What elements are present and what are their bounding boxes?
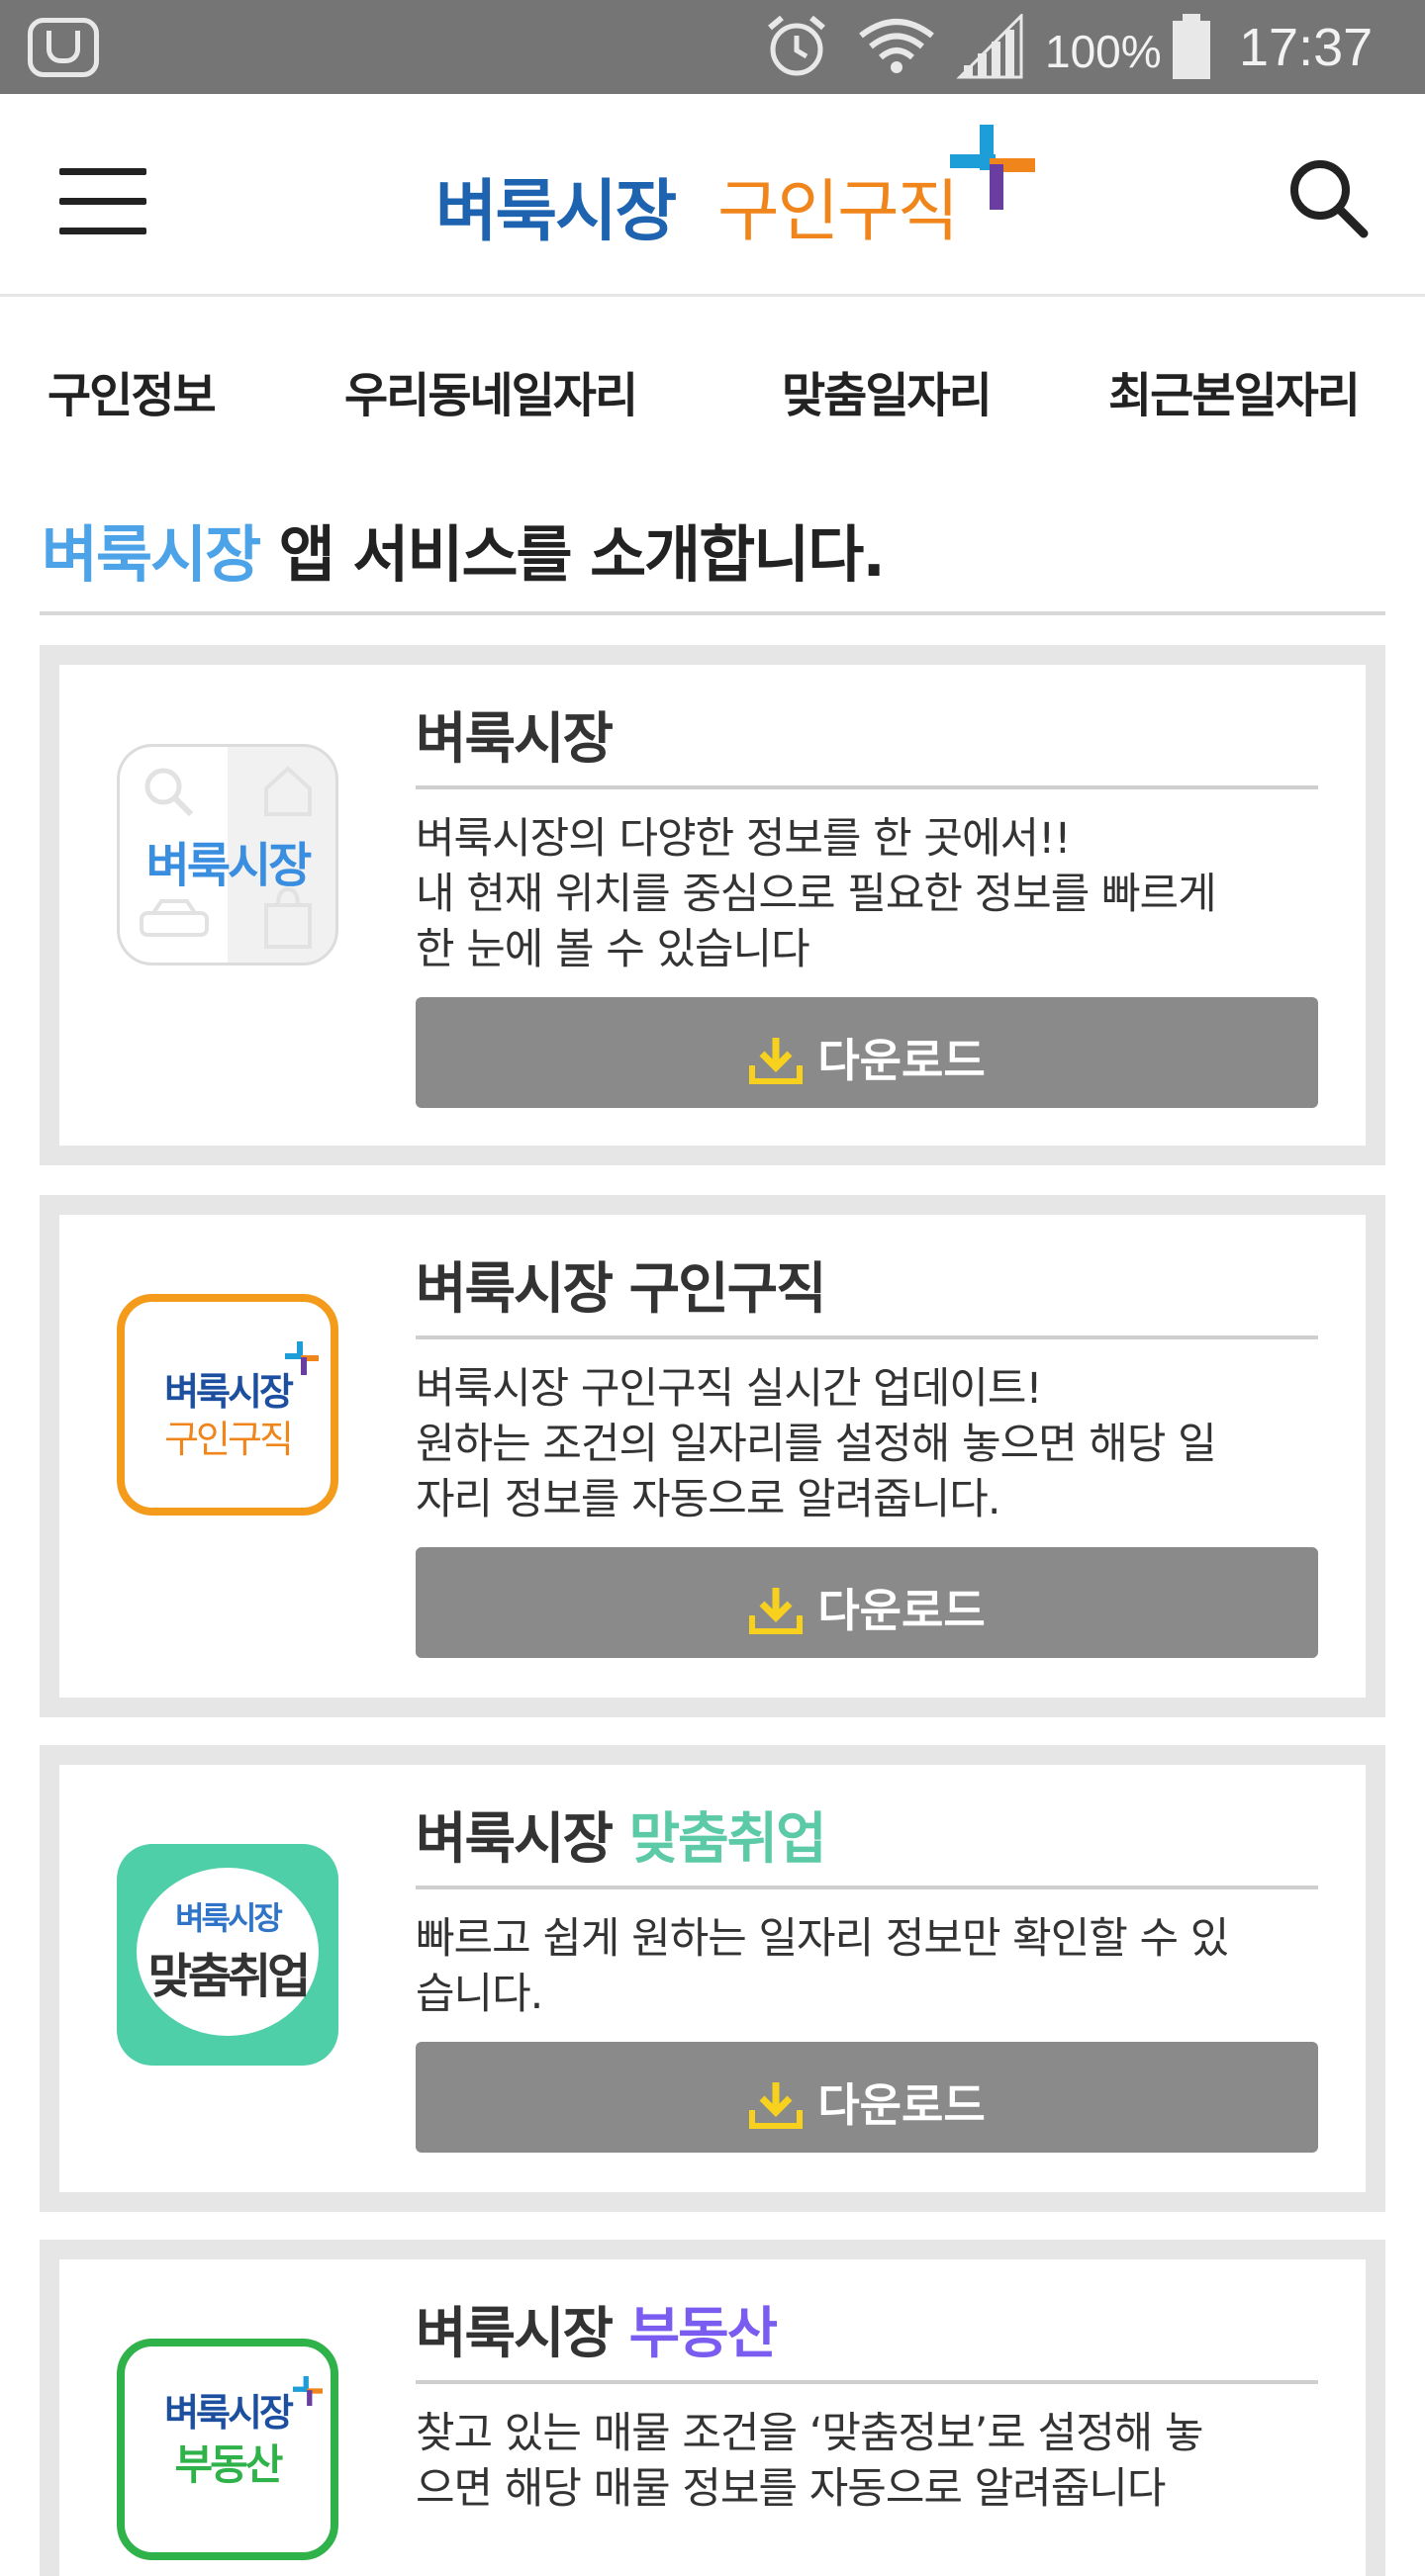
battery-percent: 100%: [1045, 26, 1162, 77]
download-label: 다운로드: [817, 1584, 986, 1637]
page-title-rest: 앱 서비스를 소개합니다.: [259, 518, 886, 591]
icon-cross-mark: [285, 1341, 319, 1375]
app-title-accent: 부동산: [628, 2302, 779, 2366]
app-description: 벼룩시장의 다양한 정보를 한 곳에서!! 내 현재 위치를 중심으로 필요한 …: [416, 811, 1326, 977]
app-title: 벼룩시장: [416, 694, 614, 775]
alarm-icon: [768, 15, 825, 76]
title-underline: [416, 1886, 1318, 1889]
logo-main-text: 벼룩시장: [435, 173, 677, 251]
tab-custom-jobs[interactable]: 맞춤일자리: [782, 356, 993, 425]
download-icon: [749, 2081, 804, 2129]
app-title-main: 벼룩시장: [416, 2302, 629, 2366]
house-watermark-icon: [264, 766, 312, 816]
description-line: 으면 해당 매물 정보를 자동으로 알려줍니다: [416, 2464, 1166, 2514]
download-label: 다운로드: [817, 1034, 986, 1087]
app-icon-label-top: 벼룩시장: [175, 1899, 283, 1937]
title-underline: [416, 2380, 1318, 2384]
app-description: 벼룩시장 구인구직 실시간 업데이트! 원하는 조건의 일자리를 설정해 놓으면…: [416, 1361, 1326, 1527]
app-icon-label: 벼룩시장: [145, 838, 313, 893]
app-title-main: 벼룩시장 구인구직: [416, 1257, 827, 1322]
title-underline: [416, 1335, 1318, 1339]
signal-icon: [956, 14, 1023, 79]
tab-local-jobs[interactable]: 우리동네일자리: [344, 356, 638, 425]
app-icon-real-estate: 벼룩시장 부동산: [117, 2339, 338, 2560]
description-line: 찾고 있는 매물 조건을 ‘맞춤정보’로 설정해 놓: [416, 2409, 1203, 2458]
app-description: 찾고 있는 매물 조건을 ‘맞춤정보’로 설정해 놓 으면 해당 매물 정보를 …: [416, 2406, 1326, 2517]
description-line: 한 눈에 볼 수 있습니다: [416, 925, 810, 974]
description-line: 벼룩시장의 다양한 정보를 한 곳에서!!: [416, 814, 1072, 864]
app-description: 빠르고 쉽게 원하는 일자리 정보만 확인할 수 있 습니다.: [416, 1911, 1326, 2022]
icon-cross-mark: [293, 2376, 323, 2406]
title-underline: [416, 785, 1318, 789]
description-line: 내 현재 위치를 중심으로 필요한 정보를 빠르게: [416, 870, 1217, 919]
description-line: 자리 정보를 자동으로 알려줍니다.: [416, 1475, 1001, 1524]
app-icon-flea-market: 벼룩시장: [117, 744, 338, 966]
car-watermark-icon: [140, 899, 209, 937]
app-notification-icon: [28, 18, 99, 77]
app-title-main: 벼룩시장: [416, 707, 614, 772]
description-line: 원하는 조건의 일자리를 설정해 놓으면 해당 일: [416, 1420, 1217, 1469]
category-tabs: 구인정보 우리동네일자리 맞춤일자리 최근본일자리: [0, 336, 1425, 435]
app-card-jobs: 벼룩시장 구인구직 벼룩시장 구인구직 벼룩시장 구인구직 실시간 업데이트! …: [40, 1195, 1385, 1717]
download-button[interactable]: 다운로드: [416, 997, 1318, 1108]
search-icon[interactable]: [1286, 156, 1370, 239]
clock-time: 17:37: [1239, 18, 1374, 77]
app-title: 벼룩시장 부동산: [416, 2289, 779, 2369]
magnifier-watermark-icon: [144, 768, 194, 817]
app-icon-label-bottom: 구인구직: [164, 1418, 294, 1461]
description-line: 벼룩시장 구인구직 실시간 업데이트!: [416, 1364, 1043, 1414]
app-card-custom-jobs: 벼룩시장 맞춤취업 벼룩시장 맞춤취업 빠르고 쉽게 원하는 일자리 정보만 확…: [40, 1745, 1385, 2212]
battery-icon: [1173, 14, 1210, 79]
app-title: 벼룩시장 구인구직: [416, 1244, 827, 1325]
download-button[interactable]: 다운로드: [416, 2042, 1318, 2153]
tab-job-info[interactable]: 구인정보: [48, 356, 217, 425]
app-icon-jobs: 벼룩시장 구인구직: [117, 1294, 338, 1516]
description-line: 빠르고 쉽게 원하는 일자리 정보만 확인할 수 있: [416, 1914, 1229, 1964]
download-button[interactable]: 다운로드: [416, 1547, 1318, 1658]
app-icon-label-bottom: 부동산: [174, 2440, 284, 2489]
tab-recent-jobs[interactable]: 최근본일자리: [1108, 356, 1361, 425]
hamburger-menu-icon[interactable]: [59, 168, 146, 235]
description-line: 습니다.: [416, 1970, 543, 2019]
logo-cross-icon: [950, 125, 1035, 210]
logo-sub-text: 구인구직: [717, 173, 959, 251]
app-icon-label-bottom: 맞춤취업: [147, 1949, 312, 2004]
download-icon: [749, 1037, 804, 1084]
app-card-real-estate: 벼룩시장 부동산 벼룩시장 부동산 찾고 있는 매물 조건을 ‘맞춤정보’로 설…: [40, 2240, 1385, 2576]
download-label: 다운로드: [817, 2078, 986, 2132]
status-bar: 100% 17:37: [0, 0, 1425, 94]
logo[interactable]: 벼룩시장 구인구직: [435, 119, 1035, 257]
app-title: 벼룩시장 맞춤취업: [416, 1794, 827, 1875]
page-title-accent: 벼룩시장: [42, 518, 261, 591]
page-title: 벼룩시장 앱 서비스를 소개합니다.: [42, 505, 886, 594]
app-icon-custom-jobs: 벼룩시장 맞춤취업: [117, 1844, 338, 2066]
app-title-accent: 맞춤취업: [628, 1807, 827, 1872]
title-divider: [40, 611, 1385, 615]
wifi-icon: [859, 19, 934, 73]
download-icon: [749, 1587, 804, 1634]
app-card-flea-market: 벼룩시장 벼룩시장 벼룩시장의 다양한 정보를 한 곳에서!! 내 현재 위치를…: [40, 645, 1385, 1165]
app-title-main: 벼룩시장: [416, 1807, 629, 1872]
